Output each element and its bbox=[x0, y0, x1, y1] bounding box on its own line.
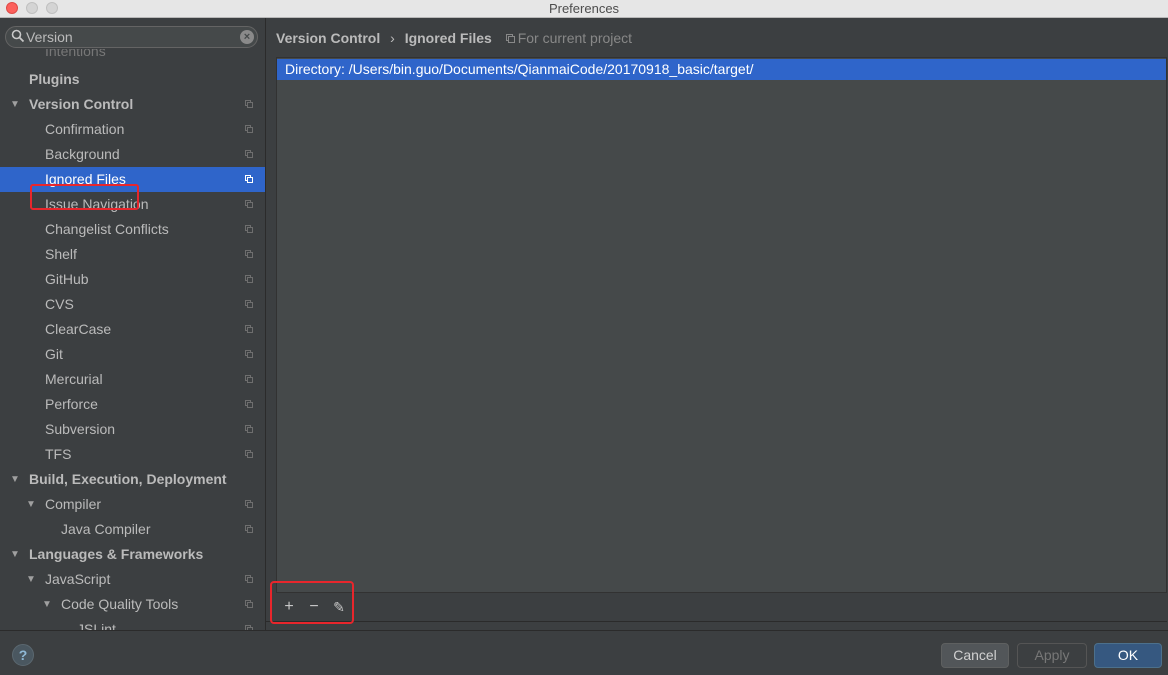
sidebar-item-label: Background bbox=[45, 146, 120, 162]
sidebar-item[interactable]: Subversion bbox=[0, 417, 265, 442]
sidebar-item[interactable]: ▼ JavaScript bbox=[0, 567, 265, 592]
settings-sidebar: × Intentions Plugins ▼ Version Control Conf… bbox=[0, 18, 266, 630]
sidebar-item-label: Plugins bbox=[29, 71, 80, 87]
expand-arrow-icon[interactable]: ▼ bbox=[26, 492, 36, 517]
project-level-icon bbox=[245, 375, 253, 383]
sidebar-item[interactable]: Plugins bbox=[0, 67, 265, 92]
project-level-icon bbox=[245, 325, 253, 333]
project-level-icon bbox=[245, 275, 253, 283]
sidebar-item-label: JavaScript bbox=[45, 571, 111, 587]
sidebar-item[interactable]: ▼ Compiler bbox=[0, 492, 265, 517]
sidebar-item[interactable]: GitHub bbox=[0, 267, 265, 292]
sidebar-item[interactable]: Git bbox=[0, 342, 265, 367]
sidebar-item[interactable]: Java Compiler bbox=[0, 517, 265, 542]
breadcrumb-separator: › bbox=[390, 30, 395, 46]
clear-search-icon[interactable]: × bbox=[240, 30, 254, 44]
cancel-button[interactable]: Cancel bbox=[941, 643, 1009, 668]
sidebar-item-label: Git bbox=[45, 346, 63, 362]
sidebar-item-label: Mercurial bbox=[45, 371, 103, 387]
sidebar-item[interactable]: ClearCase bbox=[0, 317, 265, 342]
project-level-icon bbox=[245, 150, 253, 158]
project-level-icon bbox=[245, 200, 253, 208]
search-box[interactable]: × bbox=[5, 26, 258, 48]
partial-tree-item[interactable]: Intentions bbox=[45, 49, 106, 60]
project-level-icon bbox=[245, 100, 253, 108]
list-item[interactable]: Directory: /Users/bin.guo/Documents/Qian… bbox=[277, 59, 1166, 80]
sidebar-item-label: Confirmation bbox=[45, 121, 125, 137]
title-bar: Preferences bbox=[0, 0, 1168, 18]
breadcrumb-current: Ignored Files bbox=[404, 30, 492, 46]
sidebar-item-label: Languages & Frameworks bbox=[29, 546, 204, 562]
sidebar-item[interactable]: JSLint bbox=[0, 617, 265, 630]
list-toolbar: + − ✎ bbox=[266, 593, 1167, 622]
sidebar-item[interactable]: Background bbox=[0, 142, 265, 167]
project-level-icon bbox=[245, 225, 253, 233]
sidebar-item-label: GitHub bbox=[45, 271, 89, 287]
project-level-icon bbox=[245, 500, 253, 508]
sidebar-item-label: Shelf bbox=[45, 246, 77, 262]
sidebar-item-label: ClearCase bbox=[45, 321, 112, 337]
project-level-icon bbox=[245, 600, 253, 608]
ignored-files-list[interactable]: Directory: /Users/bin.guo/Documents/Qian… bbox=[276, 57, 1167, 593]
project-scope-icon bbox=[505, 34, 515, 43]
sidebar-item[interactable]: Changelist Conflicts bbox=[0, 217, 265, 242]
sidebar-item-label: CVS bbox=[45, 296, 74, 312]
project-scope-label: For current project bbox=[505, 30, 633, 46]
sidebar-item-label: Changelist Conflicts bbox=[45, 221, 169, 237]
expand-arrow-icon[interactable]: ▼ bbox=[42, 592, 52, 617]
sidebar-item[interactable]: ▼ Code Quality Tools bbox=[0, 592, 265, 617]
expand-arrow-icon[interactable]: ▼ bbox=[10, 92, 20, 117]
ok-button[interactable]: OK bbox=[1094, 643, 1162, 668]
breadcrumb-parent: Version Control bbox=[276, 30, 381, 46]
sidebar-item-label: Compiler bbox=[45, 496, 102, 512]
project-level-icon bbox=[245, 175, 253, 183]
project-scope-text: For current project bbox=[517, 30, 633, 46]
breadcrumb: Version Control › Ignored Files For curr… bbox=[276, 29, 632, 47]
sidebar-item-label: Subversion bbox=[45, 421, 116, 437]
sidebar-item-label: Perforce bbox=[45, 396, 98, 412]
annotation-highlight-toolbar bbox=[270, 581, 354, 624]
sidebar-item[interactable]: TFS bbox=[0, 442, 265, 467]
project-level-icon bbox=[245, 575, 253, 583]
window-title: Preferences bbox=[548, 1, 620, 16]
help-button[interactable]: ? bbox=[12, 644, 34, 666]
sidebar-item[interactable]: ▼ Version Control bbox=[0, 92, 265, 117]
expand-arrow-icon[interactable]: ▼ bbox=[10, 467, 20, 492]
settings-content: Version Control › Ignored Files For curr… bbox=[266, 18, 1168, 630]
annotation-highlight-ignored-files bbox=[30, 184, 139, 210]
sidebar-item[interactable]: CVS bbox=[0, 292, 265, 317]
project-level-icon bbox=[245, 125, 253, 133]
sidebar-item[interactable]: Confirmation bbox=[0, 117, 265, 142]
sidebar-item-label: Build, Execution, Deployment bbox=[29, 471, 227, 487]
sidebar-item[interactable]: Shelf bbox=[0, 242, 265, 267]
search-input[interactable] bbox=[26, 28, 226, 46]
sidebar-item[interactable]: Mercurial bbox=[0, 367, 265, 392]
sidebar-item[interactable]: ▼ Build, Execution, Deployment bbox=[0, 467, 265, 492]
search-icon bbox=[11, 29, 25, 43]
sidebar-item[interactable]: ▼ Languages & Frameworks bbox=[0, 542, 265, 567]
project-level-icon bbox=[245, 250, 253, 258]
project-level-icon bbox=[245, 425, 253, 433]
sidebar-item-label: Code Quality Tools bbox=[61, 596, 179, 612]
project-level-icon bbox=[245, 525, 253, 533]
expand-arrow-icon[interactable]: ▼ bbox=[10, 542, 20, 567]
project-level-icon bbox=[245, 300, 253, 308]
expand-arrow-icon[interactable]: ▼ bbox=[26, 567, 36, 592]
dialog-footer: ? Cancel Apply OK bbox=[0, 630, 1168, 675]
project-level-icon bbox=[245, 350, 253, 358]
sidebar-item-label: TFS bbox=[45, 446, 72, 462]
apply-button[interactable]: Apply bbox=[1017, 643, 1087, 668]
sidebar-item-label: Java Compiler bbox=[61, 521, 151, 537]
sidebar-item-label: Version Control bbox=[29, 96, 134, 112]
project-level-icon bbox=[245, 450, 253, 458]
project-level-icon bbox=[245, 400, 253, 408]
sidebar-item-label: JSLint bbox=[77, 621, 116, 630]
sidebar-item[interactable]: Perforce bbox=[0, 392, 265, 417]
